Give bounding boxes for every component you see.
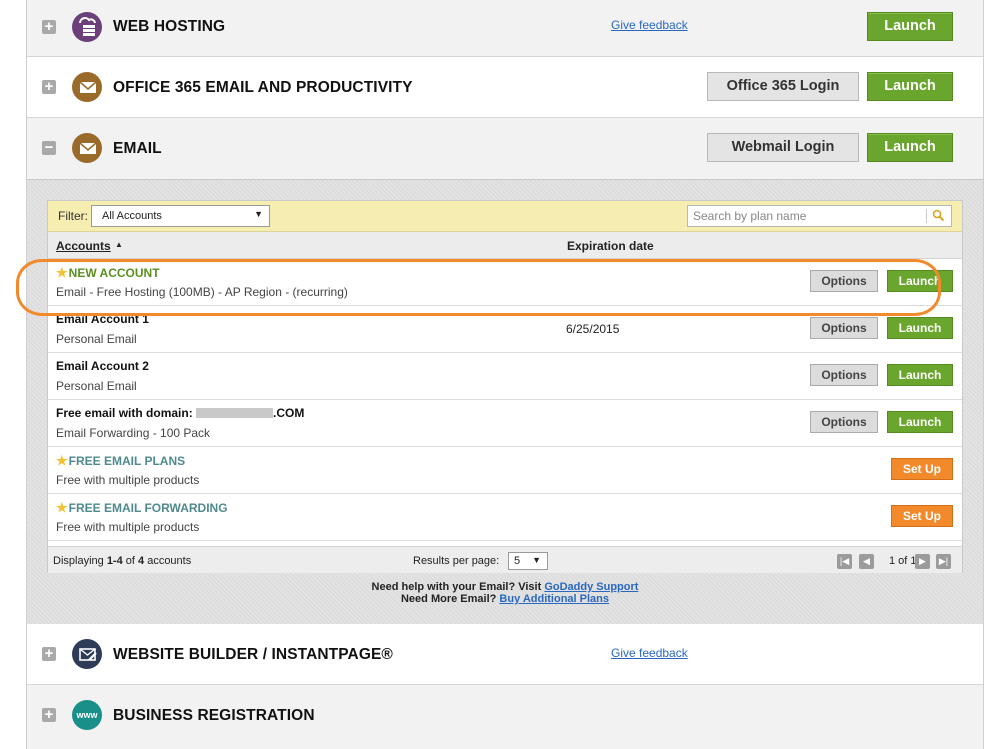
column-header-row: Accounts ▲ Expiration date (48, 232, 962, 259)
redacted-domain (196, 407, 274, 418)
accounts-column-header[interactable]: Accounts (56, 239, 111, 253)
email-expanded-area: Filter: All Accounts ▼ Search by plan na… (27, 179, 983, 625)
expand-plus-icon[interactable]: + (42, 79, 56, 94)
last-page-icon[interactable]: ▶| (936, 554, 951, 569)
office365-envelope-icon (72, 72, 102, 102)
website-builder-icon (72, 639, 102, 669)
options-button[interactable]: Options (810, 411, 878, 433)
expand-plus-icon[interactable]: + (42, 646, 56, 661)
account-name: ★FREE EMAIL PLANS (56, 453, 186, 468)
filter-bar: Filter: All Accounts ▼ Search by plan na… (48, 201, 962, 232)
results-per-page-label: Results per page: (413, 555, 500, 567)
product-row-website-builder: + WEBSITE BUILDER / INSTANTPAGE® Give fe… (27, 624, 983, 685)
expand-plus-icon[interactable]: + (42, 707, 56, 722)
web-hosting-launch-button[interactable]: Launch (867, 12, 953, 41)
www-globe-icon: www (72, 700, 102, 730)
launch-button[interactable]: Launch (887, 364, 953, 386)
filter-select[interactable]: All Accounts ▼ (91, 205, 270, 227)
account-description: Free with multiple products (56, 520, 200, 534)
email-launch-button[interactable]: Launch (867, 133, 953, 162)
account-row: ★FREE EMAIL FORWARDING Free with multipl… (48, 494, 962, 541)
filter-select-value: All Accounts (102, 210, 162, 222)
set-up-button[interactable]: Set Up (891, 458, 953, 480)
options-button[interactable]: Options (810, 317, 878, 339)
web-hosting-server-icon (72, 12, 102, 42)
products-frame: + WEB HOSTING Give feedback Launch + OFF… (26, 0, 984, 749)
account-name: Email Account 1 (56, 312, 149, 326)
account-description: Personal Email (56, 332, 137, 346)
web-hosting-feedback-link[interactable]: Give feedback (611, 18, 688, 32)
star-icon: ★ (56, 453, 68, 468)
office365-title: OFFICE 365 EMAIL AND PRODUCTIVITY (113, 79, 413, 96)
account-description: Email Forwarding - 100 Pack (56, 426, 211, 440)
product-row-office365: + OFFICE 365 EMAIL AND PRODUCTIVITY Offi… (27, 57, 983, 118)
expand-plus-icon[interactable]: + (42, 19, 56, 34)
search-divider (926, 209, 927, 223)
launch-button[interactable]: Launch (887, 270, 953, 292)
options-button[interactable]: Options (810, 270, 878, 292)
table-footer: Displaying 1-4 of 4 accounts Results per… (48, 546, 962, 573)
account-row: Email Account 2 Personal Email Options L… (48, 353, 962, 400)
help-line-more-email: Need More Email? Buy Additional Plans (400, 593, 610, 605)
star-icon: ★ (56, 265, 68, 280)
set-up-button[interactable]: Set Up (891, 505, 953, 527)
search-icon[interactable] (932, 209, 945, 222)
help-line-support: Need help with your Email? Visit GoDaddy… (371, 581, 639, 593)
results-per-page-value: 5 (514, 555, 521, 567)
account-row: Email Account 1 Personal Email 6/25/2015… (48, 306, 962, 353)
next-page-icon[interactable]: ▶ (915, 554, 930, 569)
account-description: Free with multiple products (56, 473, 200, 487)
account-name: Free email with domain: .COM (56, 406, 305, 420)
search-placeholder: Search by plan name (693, 209, 807, 223)
account-row: ★FREE EMAIL PLANS Free with multiple pro… (48, 447, 962, 494)
launch-button[interactable]: Launch (887, 411, 953, 433)
email-envelope-icon (72, 133, 102, 163)
options-button[interactable]: Options (810, 364, 878, 386)
collapse-minus-icon[interactable]: − (42, 140, 56, 155)
website-builder-title: WEBSITE BUILDER / INSTANTPAGE® (113, 646, 393, 663)
account-row: ★NEW ACCOUNT Email - Free Hosting (100MB… (48, 259, 962, 306)
product-row-email: − EMAIL Webmail Login Launch (27, 118, 983, 178)
buy-additional-plans-link[interactable]: Buy Additional Plans (499, 593, 609, 605)
email-title: EMAIL (113, 140, 162, 157)
results-per-page-select[interactable]: 5 ▼ (508, 552, 548, 570)
launch-button[interactable]: Launch (887, 317, 953, 339)
office365-launch-button[interactable]: Launch (867, 72, 953, 101)
godaddy-support-link[interactable]: GoDaddy Support (544, 581, 638, 593)
page-indicator: 1 of 1 (889, 555, 917, 567)
sort-ascending-icon: ▲ (115, 240, 123, 249)
account-name: Email Account 2 (56, 359, 149, 373)
website-builder-feedback-link[interactable]: Give feedback (611, 646, 688, 660)
webmail-login-button[interactable]: Webmail Login (707, 133, 859, 162)
star-icon: ★ (56, 500, 68, 515)
chevron-down-icon: ▼ (254, 209, 263, 219)
office365-login-button[interactable]: Office 365 Login (707, 72, 859, 101)
search-input[interactable]: Search by plan name (687, 205, 952, 227)
account-description: Personal Email (56, 379, 137, 393)
previous-page-icon[interactable]: ◀ (859, 554, 874, 569)
expiration-date: 6/25/2015 (566, 322, 620, 336)
account-row: Free email with domain: .COM Email Forwa… (48, 400, 962, 447)
business-registration-title: BUSINESS REGISTRATION (113, 707, 315, 724)
product-row-web-hosting: + WEB HOSTING Give feedback Launch (27, 0, 983, 57)
product-row-business-registration: + www BUSINESS REGISTRATION (27, 685, 983, 749)
email-accounts-panel: Filter: All Accounts ▼ Search by plan na… (47, 200, 963, 573)
web-hosting-title: WEB HOSTING (113, 18, 226, 35)
displaying-count: Displaying 1-4 of 4 accounts (53, 555, 192, 567)
filter-label: Filter: (58, 209, 88, 223)
account-name: ★FREE EMAIL FORWARDING (56, 500, 228, 515)
account-description: Email - Free Hosting (100MB) - AP Region… (56, 285, 348, 299)
chevron-down-icon: ▼ (532, 555, 541, 565)
account-name: ★NEW ACCOUNT (56, 265, 160, 280)
expiration-column-header: Expiration date (567, 239, 654, 253)
first-page-icon[interactable]: |◀ (837, 554, 852, 569)
